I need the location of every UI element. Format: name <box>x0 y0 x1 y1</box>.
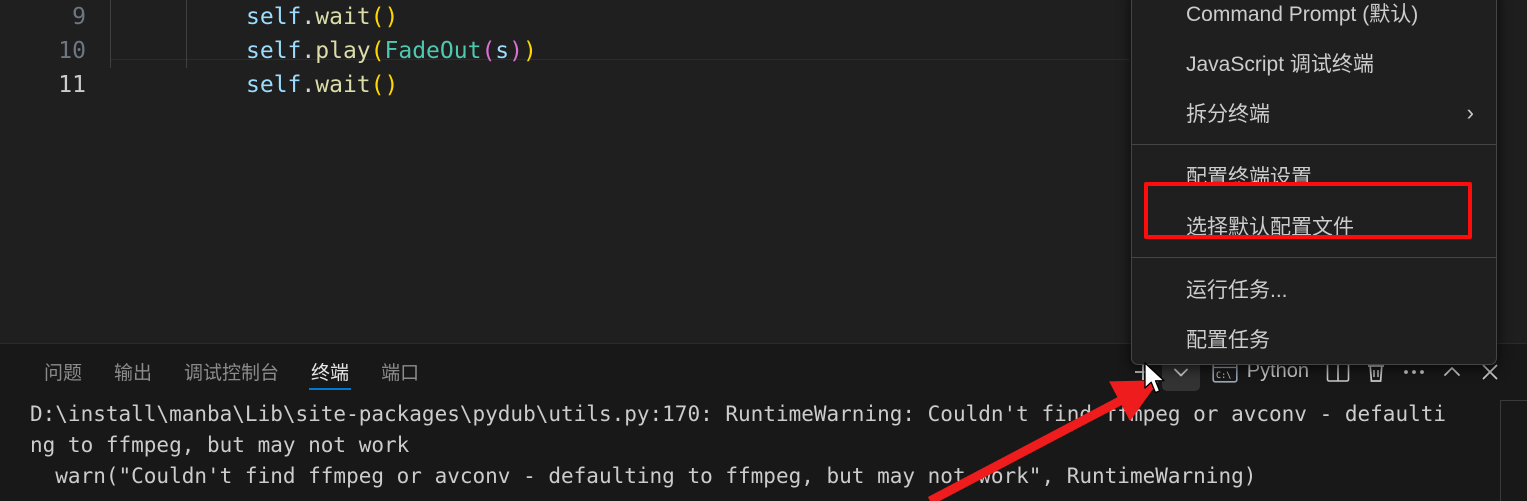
code-token: ) <box>509 38 524 64</box>
code-token: . <box>301 4 316 30</box>
code-token: ) <box>523 38 537 64</box>
code-token: ) <box>384 72 399 98</box>
ellipsis-icon <box>1404 369 1424 374</box>
panel-tab[interactable]: 调试控制台 <box>168 344 295 399</box>
menu-item-label: 运行任务... <box>1186 279 1288 302</box>
menu-item-label: 选择默认配置文件 <box>1186 216 1354 239</box>
menu-item[interactable]: 选择默认配置文件 <box>1132 201 1496 251</box>
menu-item[interactable]: JavaScript 调试终端 <box>1132 38 1496 88</box>
code-token: wait <box>315 4 371 30</box>
code-token: . <box>301 38 316 64</box>
menu-separator <box>1132 257 1496 258</box>
menu-item-label: 拆分终端 <box>1186 103 1270 126</box>
code-line[interactable]: 11 self.wait() <box>0 68 1133 102</box>
code-token: self <box>246 4 302 30</box>
panel-tab-list: 问题 输出 调试控制台 终端 端口 <box>28 344 435 399</box>
menu-item-label: JavaScript 调试终端 <box>1186 53 1374 76</box>
menu-item[interactable]: 配置终端设置 <box>1132 151 1496 201</box>
code-tokens: self.play(FadeOut(s)) <box>246 34 537 68</box>
panel-tab[interactable]: 终端 <box>295 344 365 399</box>
terminal-line: D:\install\manba\Lib\site-packages\pydub… <box>30 402 1447 426</box>
svg-text:C:\: C:\ <box>1216 371 1231 381</box>
code-token: s <box>495 38 510 64</box>
vscode-window: 9 self.wait() 10 self.play(FadeOut(s)) 11 sel… <box>0 0 1527 501</box>
menu-item-label: 配置任务 <box>1186 329 1270 352</box>
code-token: ( <box>370 38 385 64</box>
line-number: 10 <box>58 38 86 64</box>
code-token: ( <box>370 4 385 30</box>
code-token: FadeOut <box>384 38 482 64</box>
line-number: 9 <box>72 4 86 30</box>
code-token: wait <box>315 72 371 98</box>
terminal-output[interactable]: D:\install\manba\Lib\site-packages\pydub… <box>0 399 1527 501</box>
chevron-right-icon: › <box>1466 100 1474 125</box>
menu-separator <box>1132 144 1496 145</box>
menu-item[interactable]: 配置任务 <box>1132 314 1496 364</box>
code-line[interactable]: 10 self.play(FadeOut(s)) <box>0 34 1133 68</box>
code-token: play <box>315 38 371 64</box>
code-line[interactable]: 9 self.wait() <box>0 0 1133 34</box>
terminal-scrollbar-edge-top <box>1500 400 1527 401</box>
terminal-line: warn("Couldn't find ffmpeg or avconv - d… <box>30 464 1257 488</box>
code-lines: 9 self.wait() 10 self.play(FadeOut(s)) 11 sel… <box>0 0 1133 102</box>
chevron-up-icon <box>1444 366 1460 376</box>
menu-item[interactable]: 运行任务... <box>1132 264 1496 314</box>
menu-item[interactable]: 拆分终端 › <box>1132 88 1496 138</box>
code-token: . <box>301 72 316 98</box>
panel-tab[interactable]: 端口 <box>365 344 435 399</box>
menu-item-label: Command Prompt (默认) <box>1186 3 1419 26</box>
bottom-panel: 问题 输出 调试控制台 终端 端口 C:\ Python D:\install\… <box>0 344 1527 501</box>
code-token: ) <box>384 4 399 30</box>
code-token: ( <box>481 38 496 64</box>
panel-tab[interactable]: 问题 <box>28 344 98 399</box>
code-token: self <box>246 72 302 98</box>
panel-tab[interactable]: 输出 <box>98 344 168 399</box>
menu-item[interactable]: Command Prompt (默认) <box>1132 0 1496 38</box>
code-token: ( <box>370 72 385 98</box>
code-tokens: self.wait() <box>246 0 398 34</box>
line-number: 11 <box>58 72 86 98</box>
code-tokens: self.wait() <box>246 68 398 102</box>
terminal-profile-menu: Command Prompt (默认) JavaScript 调试终端 拆分终端 › 配… <box>1131 0 1497 365</box>
terminal-scrollbar-edge[interactable] <box>1500 400 1501 501</box>
code-token: self <box>246 38 302 64</box>
menu-item-label: 配置终端设置 <box>1186 166 1312 189</box>
terminal-line: ng to ffmpeg, but may not work <box>30 433 410 457</box>
code-text-area[interactable]: 9 self.wait() 10 self.play(FadeOut(s)) 11 sel… <box>0 0 1133 343</box>
